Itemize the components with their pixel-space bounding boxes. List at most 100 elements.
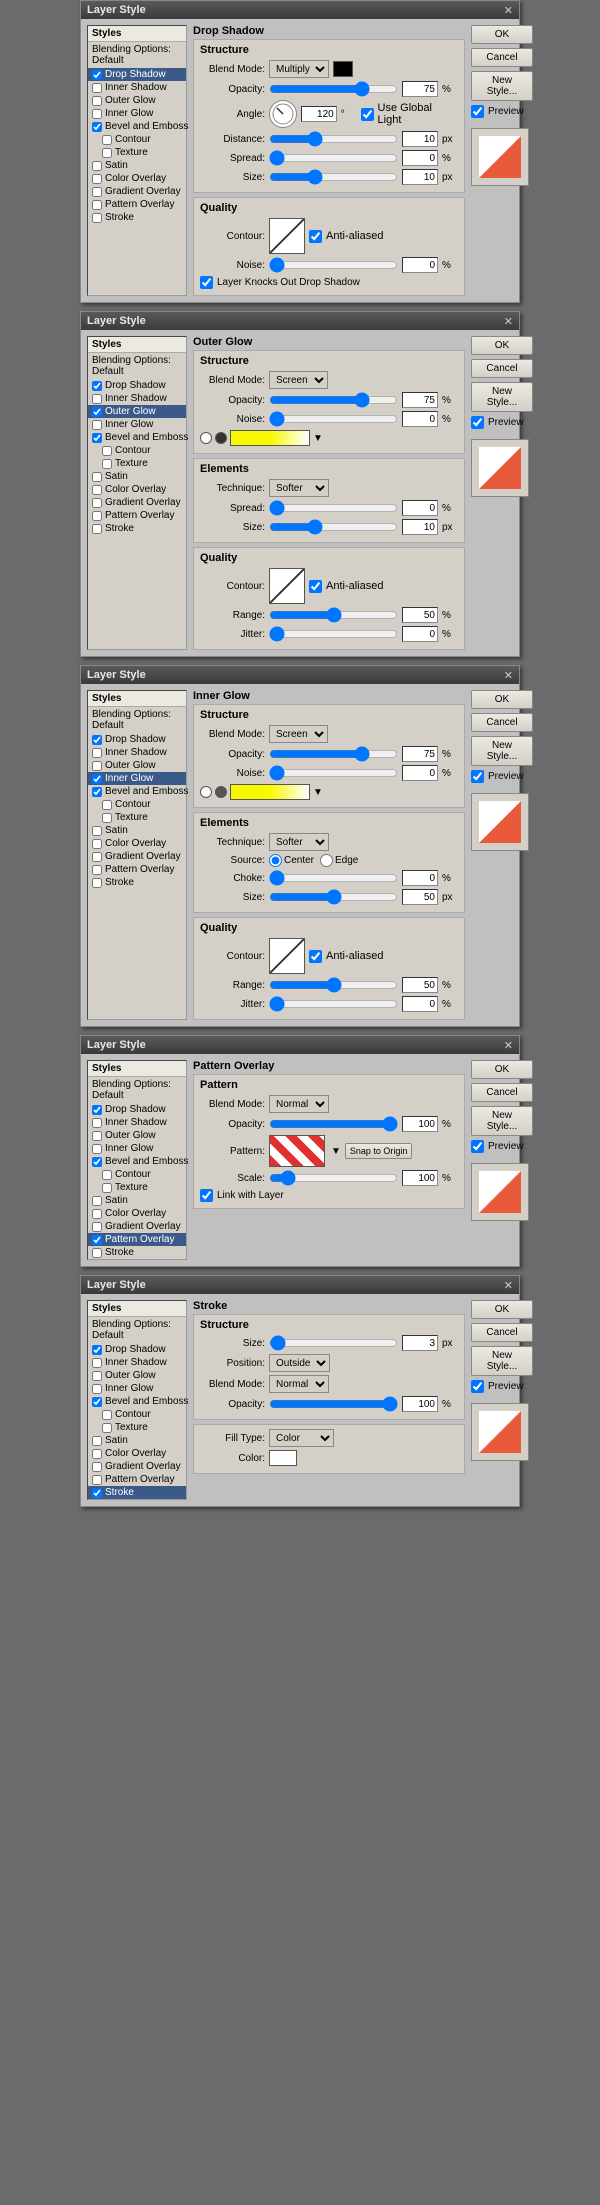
cancel-button-3[interactable]: Cancel [471, 713, 533, 732]
cb-gradient-overlay[interactable] [92, 187, 102, 197]
sidebar-item-inner-glow[interactable]: Inner Glow [88, 107, 186, 120]
cb-bevel-emboss[interactable] [92, 122, 102, 132]
preview-cb-2[interactable] [471, 416, 484, 429]
sb-og-5[interactable]: Outer Glow [88, 1369, 186, 1382]
size-input[interactable] [402, 169, 438, 185]
ok-button-4[interactable]: OK [471, 1060, 533, 1079]
cb-pattern-overlay[interactable] [92, 200, 102, 210]
og-technique-select[interactable]: SofterPrecise [269, 479, 329, 497]
og-range-slider[interactable] [269, 609, 398, 621]
sidebar-item-outer-glow[interactable]: Outer Glow [88, 94, 186, 107]
cancel-button-5[interactable]: Cancel [471, 1323, 533, 1342]
ig-size-input[interactable] [402, 889, 438, 905]
sb-st3[interactable]: Stroke [88, 876, 186, 889]
sidebar-po-2[interactable]: Pattern Overlay [88, 509, 186, 522]
sb-sa5[interactable]: Satin [88, 1434, 186, 1447]
anti-aliased-cb[interactable] [309, 230, 322, 243]
stroke-opacity-slider[interactable] [269, 1398, 398, 1410]
ig-opacity-slider[interactable] [269, 748, 398, 760]
po-pattern-arrow[interactable]: ▼ [331, 1146, 341, 1157]
close-button-3[interactable]: ✕ [504, 669, 513, 682]
sidebar-item-inner-shadow-2[interactable]: Inner Shadow [88, 392, 186, 405]
cb-satin[interactable] [92, 161, 102, 171]
sb-co3[interactable]: Color Overlay [88, 837, 186, 850]
cb-sa2[interactable] [92, 472, 102, 482]
distance-slider[interactable] [269, 133, 398, 145]
sb-be-3[interactable]: Bevel and Emboss [88, 785, 186, 798]
og-contour-preview[interactable] [269, 568, 305, 604]
og-dot-white[interactable] [200, 432, 212, 444]
ig-dot-white[interactable] [200, 786, 212, 798]
blend-color-swatch[interactable] [333, 61, 353, 77]
sidebar-item-stroke[interactable]: Stroke [88, 211, 186, 224]
sidebar-go-2[interactable]: Gradient Overlay [88, 496, 186, 509]
cb-c2[interactable] [102, 446, 112, 456]
stroke-opacity-input[interactable] [402, 1396, 438, 1412]
sidebar-item-outer-glow-2[interactable]: Outer Glow [88, 405, 186, 418]
ok-button[interactable]: OK [471, 25, 533, 44]
og-size-slider[interactable] [269, 521, 398, 533]
cb-be-2[interactable] [92, 433, 102, 443]
sb-ig-4[interactable]: Inner Glow [88, 1142, 186, 1155]
og-noise-input[interactable] [402, 411, 438, 427]
blend-mode-select[interactable]: MultiplyNormalScreen [269, 60, 329, 78]
sidebar-satin-2[interactable]: Satin [88, 470, 186, 483]
sb-sa4[interactable]: Satin [88, 1194, 186, 1207]
sb-go3[interactable]: Gradient Overlay [88, 850, 186, 863]
spread-input[interactable] [402, 150, 438, 166]
sidebar-item-gradient-overlay[interactable]: Gradient Overlay [88, 185, 186, 198]
og-blend-select[interactable]: ScreenNormal [269, 371, 328, 389]
sb-is-3[interactable]: Inner Shadow [88, 746, 186, 759]
sidebar-co-2[interactable]: Color Overlay [88, 483, 186, 496]
snap-to-origin-btn[interactable]: Snap to Origin [345, 1143, 413, 1159]
new-style-button-4[interactable]: New Style... [471, 1106, 533, 1136]
cancel-button[interactable]: Cancel [471, 48, 533, 67]
preview-cb-3[interactable] [471, 770, 484, 783]
use-global-light-cb[interactable] [361, 108, 374, 121]
noise-input[interactable] [402, 257, 438, 273]
sidebar-blending-5[interactable]: Blending Options: Default [88, 1317, 186, 1343]
og-anti-aliased-cb[interactable] [309, 580, 322, 593]
close-button-4[interactable]: ✕ [504, 1039, 513, 1052]
ig-dropdown-arrow[interactable]: ▼ [313, 787, 323, 798]
cb-drop-shadow[interactable] [92, 70, 102, 80]
cb-inner-glow[interactable] [92, 109, 102, 119]
distance-input[interactable] [402, 131, 438, 147]
sb-be-4[interactable]: Bevel and Emboss [88, 1155, 186, 1168]
stroke-size-input[interactable] [402, 1335, 438, 1351]
cb-contour[interactable] [102, 135, 112, 145]
sb-st4[interactable]: Stroke [88, 1246, 186, 1259]
sb-st5[interactable]: Stroke [88, 1486, 186, 1499]
sb-co5[interactable]: Color Overlay [88, 1447, 186, 1460]
sidebar-item-contour[interactable]: Contour [88, 133, 186, 146]
ig-range-input[interactable] [402, 977, 438, 993]
noise-slider[interactable] [269, 259, 398, 271]
ig-opacity-input[interactable] [402, 746, 438, 762]
sb-c4[interactable]: Contour [88, 1168, 186, 1181]
sb-po3[interactable]: Pattern Overlay [88, 863, 186, 876]
cb-go2[interactable] [92, 498, 102, 508]
sidebar-item-drop-shadow[interactable]: Drop Shadow [88, 68, 186, 81]
po-scale-input[interactable] [402, 1170, 438, 1186]
ig-anti-aliased-cb[interactable] [309, 950, 322, 963]
sb-go4[interactable]: Gradient Overlay [88, 1220, 186, 1233]
sidebar-item-inner-shadow[interactable]: Inner Shadow [88, 81, 186, 94]
sidebar-item-satin[interactable]: Satin [88, 159, 186, 172]
ig-jitter-slider[interactable] [269, 998, 398, 1010]
ig-technique-select[interactable]: SofterPrecise [269, 833, 329, 851]
cb-og-2[interactable] [92, 407, 102, 417]
ig-choke-slider[interactable] [269, 872, 398, 884]
cb-t2[interactable] [102, 459, 112, 469]
og-opacity-slider[interactable] [269, 394, 398, 406]
contour-preview[interactable] [269, 218, 305, 254]
sb-ds-3[interactable]: Drop Shadow [88, 733, 186, 746]
spread-slider[interactable] [269, 152, 398, 164]
sidebar-item-drop-shadow-2[interactable]: Drop Shadow [88, 379, 186, 392]
ig-size-slider[interactable] [269, 891, 398, 903]
sb-og-4[interactable]: Outer Glow [88, 1129, 186, 1142]
sidebar-contour-2[interactable]: Contour [88, 444, 186, 457]
sb-is-4[interactable]: Inner Shadow [88, 1116, 186, 1129]
ig-gradient-bar[interactable] [230, 784, 310, 800]
sb-is-5[interactable]: Inner Shadow [88, 1356, 186, 1369]
cb-inner-shadow[interactable] [92, 83, 102, 93]
